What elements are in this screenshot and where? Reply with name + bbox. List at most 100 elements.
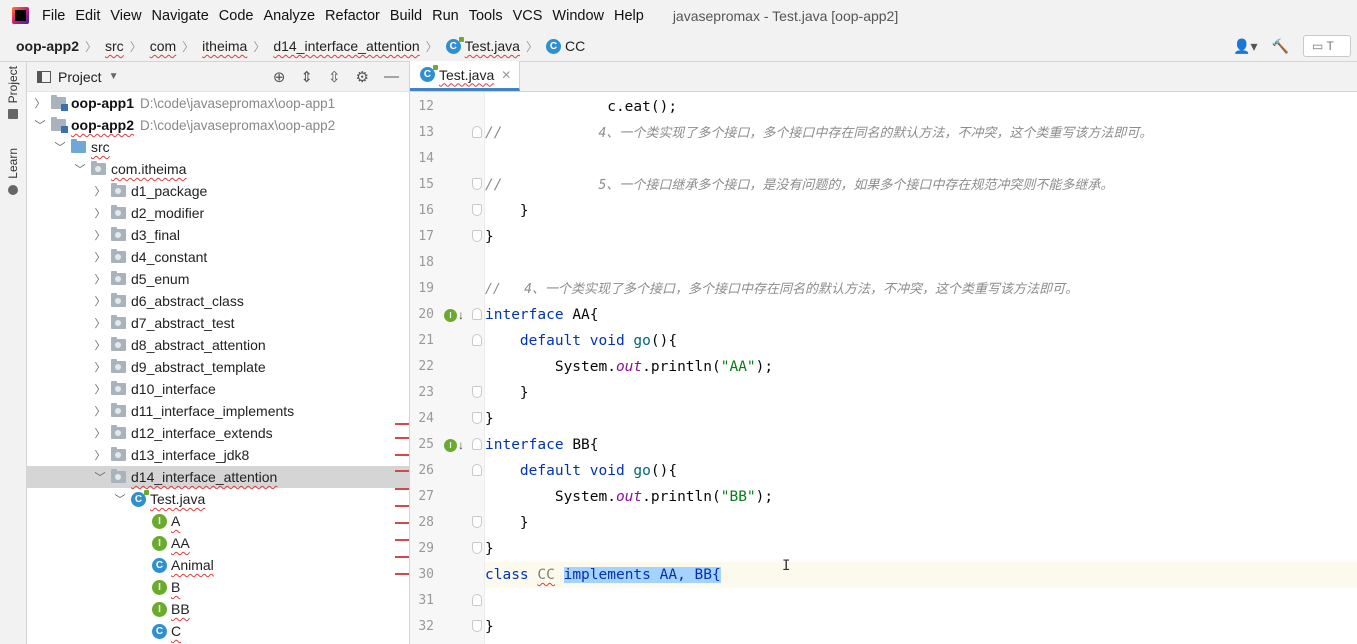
tree-folder[interactable]: 〉 d10_interface (27, 378, 410, 400)
learn-tool-label: Learn (6, 148, 20, 179)
fold-marker-icon[interactable] (472, 516, 482, 528)
chevron-down-icon[interactable]: ﹀ (113, 491, 127, 507)
tree-folder[interactable]: 〉 d13_interface_jdk8 (27, 444, 410, 466)
fold-marker-icon[interactable] (472, 464, 482, 476)
breadcrumb-itheima[interactable]: itheima 〉 (194, 38, 265, 55)
project-tool-tab[interactable]: Project (3, 66, 23, 120)
tree-folder[interactable]: 〉 d12_interface_extends (27, 422, 410, 444)
tree-folder[interactable]: 〉 d11_interface_implements (27, 400, 410, 422)
breadcrumb-module[interactable]: oop-app2 〉 (0, 38, 97, 55)
tree-folder[interactable]: 〉 d8_abstract_attention (27, 334, 410, 356)
close-icon[interactable]: ✕ (501, 68, 511, 82)
fold-marker-icon[interactable] (472, 230, 482, 242)
tree-folder[interactable]: 〉 d5_enum (27, 268, 410, 290)
fold-marker-icon[interactable] (472, 126, 482, 138)
fold-marker-icon[interactable] (472, 542, 482, 554)
expand-all-icon[interactable]: ⇕ (300, 68, 313, 86)
chevron-right-icon[interactable]: 〉 (93, 293, 107, 309)
fold-marker-icon[interactable] (472, 308, 482, 320)
collapse-all-icon[interactable]: ⇳ (328, 68, 341, 86)
menu-run[interactable]: Run (427, 8, 464, 24)
error-stripe-mark (395, 470, 409, 472)
fold-marker-icon[interactable] (472, 620, 482, 632)
breadcrumb-src[interactable]: src 〉 (97, 38, 142, 55)
tree-class-item[interactable]: IB (27, 576, 410, 598)
menu-code[interactable]: Code (214, 8, 259, 24)
tree-folder[interactable]: 〉 d2_modifier (27, 202, 410, 224)
chevron-right-icon[interactable]: 〉 (33, 95, 47, 111)
fold-marker-icon[interactable] (472, 334, 482, 346)
project-view-selector[interactable]: Project (58, 69, 102, 85)
chevron-right-icon[interactable]: 〉 (93, 205, 107, 221)
chevron-right-icon[interactable]: 〉 (93, 381, 107, 397)
breadcrumb-class[interactable]: C CC (538, 38, 585, 54)
chevron-right-icon[interactable]: 〉 (93, 425, 107, 441)
chevron-down-icon[interactable]: ▼ (109, 71, 119, 82)
code-area[interactable]: c.eat(); // 4、一个类实现了多个接口，多个接口中存在同名的默认方法，… (485, 92, 1357, 644)
implemented-interface-icon[interactable]: I ↓ (444, 432, 464, 458)
menu-window[interactable]: Window (547, 8, 609, 24)
menu-analyze[interactable]: Analyze (258, 8, 320, 24)
chevron-down-icon[interactable]: ﹀ (93, 469, 107, 485)
fold-marker-icon[interactable] (472, 178, 482, 190)
chevron-right-icon[interactable]: 〉 (93, 337, 107, 353)
learn-tool-tab[interactable]: Learn (3, 148, 23, 195)
tree-class-item[interactable]: C Animal (27, 554, 410, 576)
menu-view[interactable]: View (105, 8, 146, 24)
breadcrumb-package[interactable]: d14_interface_attention 〉 (265, 38, 437, 55)
hide-minus-icon[interactable]: — (384, 68, 399, 86)
menu-vcs[interactable]: VCS (508, 8, 548, 24)
chevron-right-icon[interactable]: 〉 (93, 403, 107, 419)
code-line: interface BB{ (485, 432, 1357, 458)
gear-icon[interactable]: ⚙ (356, 68, 369, 86)
implemented-interface-icon[interactable]: I ↓ (444, 302, 464, 328)
folder-name: d3_final (131, 227, 181, 243)
menu-refactor[interactable]: Refactor (320, 8, 385, 24)
build-hammer-icon[interactable]: 🔨 (1272, 38, 1289, 55)
breadcrumb-com[interactable]: com 〉 (142, 38, 194, 55)
chevron-down-icon[interactable]: ﹀ (73, 161, 87, 177)
chevron-down-icon[interactable]: ﹀ (33, 117, 47, 133)
tree-module-oop-app2[interactable]: ﹀ oop-app2 D:\code\javasepromax\oop-app2 (27, 114, 410, 136)
user-account-icon[interactable]: 👤▾ (1233, 38, 1257, 55)
tree-folder[interactable]: 〉 d7_abstract_test (27, 312, 410, 334)
tree-class-item[interactable]: I BB (27, 598, 410, 620)
menu-build[interactable]: Build (385, 8, 427, 24)
tree-folder-selected[interactable]: ﹀ d14_interface_attention (27, 466, 410, 488)
tree-package-com-itheima[interactable]: ﹀ com.itheima (27, 158, 410, 180)
tree-src-folder[interactable]: ﹀ src (27, 136, 410, 158)
chevron-right-icon[interactable]: 〉 (93, 359, 107, 375)
run-configuration-selector[interactable]: ▭ T (1303, 35, 1351, 57)
breadcrumb-file[interactable]: C Test.java 〉 (438, 36, 538, 55)
locate-target-icon[interactable]: ⊕ (273, 68, 286, 86)
fold-marker-icon[interactable] (472, 204, 482, 216)
tree-class-item[interactable]: I AA (27, 532, 410, 554)
menu-navigate[interactable]: Navigate (147, 8, 214, 24)
editor-tab-test-java[interactable]: C Test.java ✕ (410, 61, 521, 91)
fold-marker-icon[interactable] (472, 594, 482, 606)
chevron-right-icon[interactable]: 〉 (93, 227, 107, 243)
chevron-right-icon[interactable]: 〉 (93, 183, 107, 199)
tree-class-item[interactable]: CC (27, 620, 410, 642)
tree-class-item[interactable]: IA (27, 510, 410, 532)
chevron-right-icon[interactable]: 〉 (93, 315, 107, 331)
tree-folder[interactable]: 〉 d4_constant (27, 246, 410, 268)
tree-module-oop-app1[interactable]: 〉 oop-app1 D:\code\javasepromax\oop-app1 (27, 92, 410, 114)
package-icon (111, 227, 126, 241)
chevron-right-icon[interactable]: 〉 (93, 249, 107, 265)
tree-file-test-java[interactable]: ﹀ C Test.java (27, 488, 410, 510)
tree-folder[interactable]: 〉 d3_final (27, 224, 410, 246)
fold-marker-icon[interactable] (472, 438, 482, 450)
chevron-right-icon[interactable]: 〉 (93, 271, 107, 287)
menu-help[interactable]: Help (609, 8, 649, 24)
chevron-down-icon[interactable]: ﹀ (53, 139, 67, 155)
menu-file[interactable]: File (37, 8, 70, 24)
tree-folder[interactable]: 〉 d1_package (27, 180, 410, 202)
fold-marker-icon[interactable] (472, 386, 482, 398)
fold-marker-icon[interactable] (472, 412, 482, 424)
menu-tools[interactable]: Tools (464, 8, 508, 24)
menu-edit[interactable]: Edit (70, 8, 105, 24)
tree-folder[interactable]: 〉 d9_abstract_template (27, 356, 410, 378)
chevron-right-icon[interactable]: 〉 (93, 447, 107, 463)
tree-folder[interactable]: 〉 d6_abstract_class (27, 290, 410, 312)
